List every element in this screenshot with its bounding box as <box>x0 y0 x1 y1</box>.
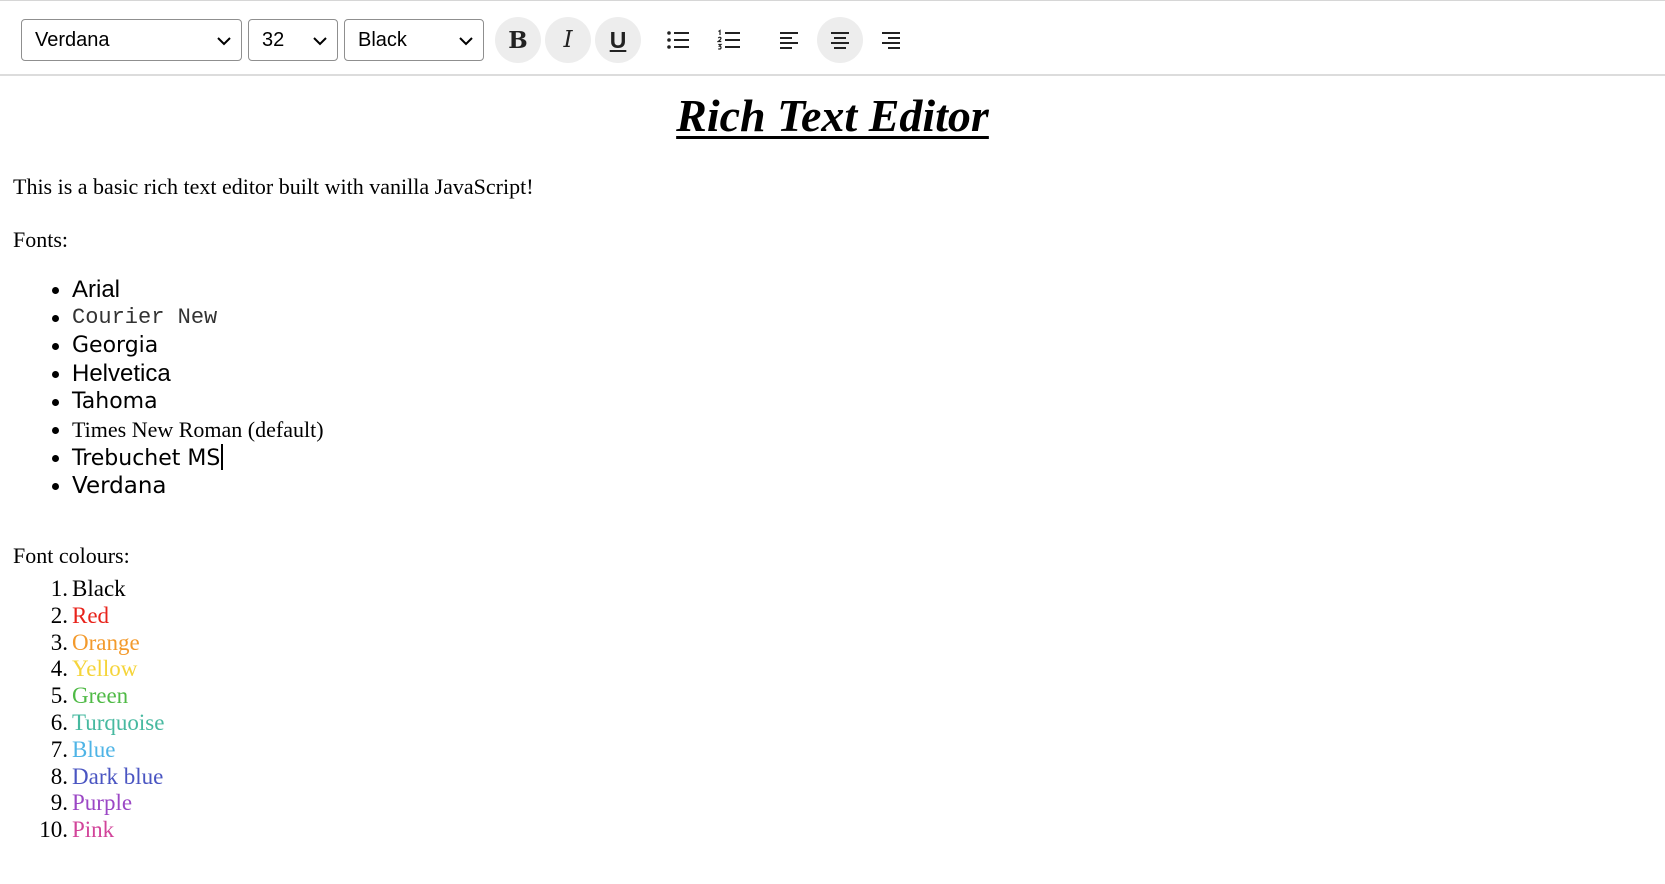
colour-label: Yellow <box>72 656 138 682</box>
align-center-icon <box>831 32 849 49</box>
list-item: 10. Pink <box>0 817 164 844</box>
list-number: 4. <box>50 656 68 682</box>
colour-label: Pink <box>72 817 115 843</box>
document-title: Rich Text Editor <box>676 90 989 141</box>
bulleted-list-icon <box>667 31 689 49</box>
bold-icon: B <box>508 26 528 54</box>
bold-button[interactable]: B <box>495 17 541 63</box>
font-family-select[interactable]: Verdana <box>21 19 242 61</box>
list-item: 7. Blue <box>0 737 164 764</box>
align-center-button[interactable] <box>817 17 863 63</box>
list-item: Helvetica <box>52 360 324 388</box>
list-item: Courier New <box>52 304 324 332</box>
underline-icon: U <box>609 26 627 53</box>
colour-label: Dark blue <box>72 763 164 789</box>
list-item: Arial <box>52 276 324 304</box>
fonts-heading: Fonts: <box>13 227 69 252</box>
text-cursor <box>221 444 224 470</box>
editor-toolbar: Verdana 32 Black B I U <box>0 0 1665 76</box>
chevron-down-icon <box>459 37 473 46</box>
list-item: Georgia <box>52 332 324 360</box>
italic-button[interactable]: I <box>545 17 591 63</box>
list-item: Times New Roman (default) <box>52 417 324 442</box>
chevron-down-icon <box>217 37 231 46</box>
list-number: 6. <box>50 709 68 735</box>
colours-heading: Font colours: <box>13 543 130 568</box>
list-number: 8. <box>50 763 68 789</box>
colour-label: Black <box>72 576 126 601</box>
list-item: Trebuchet MS <box>52 444 324 472</box>
italic-icon: I <box>563 26 573 53</box>
list-item: 6. Turquoise <box>0 709 165 737</box>
font-color-value: Black <box>358 29 407 51</box>
list-item: 8. Dark blue <box>0 764 164 791</box>
list-number: 1. <box>50 576 68 601</box>
colour-label: Turquoise <box>72 709 165 735</box>
list-item-label: Trebuchet MS <box>72 446 221 471</box>
fonts-list: Arial Courier New Georgia Helvetica Taho… <box>0 276 324 500</box>
list-number: 3. <box>50 629 68 655</box>
list-item: 9. Purple <box>0 790 164 817</box>
colour-label: Red <box>72 602 110 628</box>
colour-label: Purple <box>72 790 133 816</box>
list-item: 1. Black <box>0 576 164 603</box>
align-left-button[interactable] <box>766 17 812 63</box>
colour-label: Blue <box>72 736 116 762</box>
bulleted-list-button[interactable] <box>655 17 701 63</box>
colours-list: 1. Black 2. Red 3. Orange 4. Yellow 5. Green … <box>0 576 164 844</box>
font-family-value: Verdana <box>35 29 110 51</box>
editor-content-area[interactable]: Rich Text Editor This is a basic rich te… <box>0 76 1665 884</box>
font-color-select[interactable]: Black <box>344 19 484 61</box>
underline-button[interactable]: U <box>595 17 641 63</box>
list-number: 2. <box>50 602 68 628</box>
list-number: 10. <box>39 817 68 843</box>
list-item: 5. Green <box>0 683 164 710</box>
colour-label: Orange <box>72 629 140 655</box>
numbered-list-icon <box>717 29 740 50</box>
list-item: Tahoma <box>52 388 324 416</box>
list-item: Verdana <box>52 472 324 500</box>
align-right-icon <box>882 32 900 49</box>
font-size-select[interactable]: 32 <box>248 19 338 61</box>
list-number: 5. <box>50 683 68 709</box>
colour-label: Green <box>72 683 129 709</box>
list-item: 4. Yellow <box>0 656 164 683</box>
intro-paragraph: This is a basic rich text editor built w… <box>13 174 534 199</box>
chevron-down-icon <box>313 37 327 46</box>
list-item: 2. Red <box>0 603 164 630</box>
list-item: 3. Orange <box>0 630 164 657</box>
list-number: 9. <box>50 790 68 816</box>
align-left-icon <box>780 32 798 49</box>
numbered-list-button[interactable] <box>706 17 752 63</box>
font-size-value: 32 <box>262 29 285 51</box>
list-number: 7. <box>50 736 68 762</box>
align-right-button[interactable] <box>868 17 914 63</box>
